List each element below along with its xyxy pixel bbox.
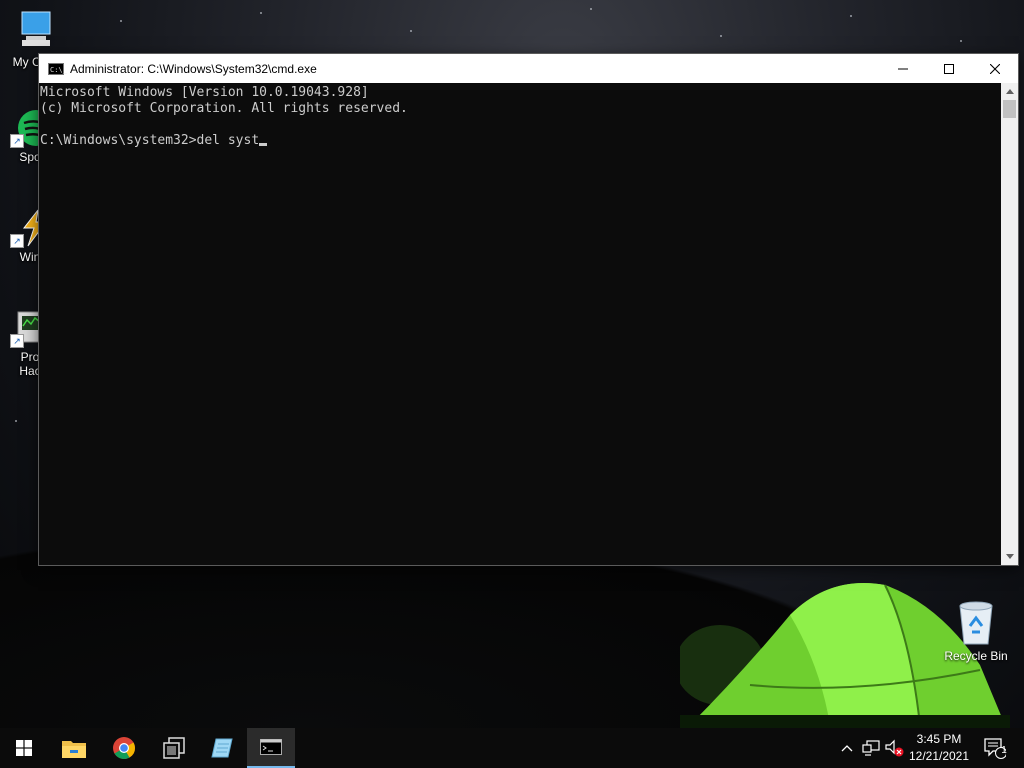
text-cursor [259,143,268,146]
chevron-up-icon [1005,89,1014,94]
console-line: (c) Microsoft Corporation. All rights re… [40,101,408,116]
taskbar-file-explorer[interactable] [50,728,98,768]
chrome-icon [113,737,135,759]
tray-network[interactable] [860,728,882,768]
taskbar: 3:45 PM 12/21/2021 1 [0,728,1024,768]
window-titlebar[interactable]: C:\_ Administrator: C:\Windows\System32\… [39,54,1018,83]
task-view-icon [163,737,185,759]
tray-show-hidden-icons[interactable] [838,728,856,768]
taskbar-cmd[interactable] [247,728,295,768]
clock-date: 12/21/2021 [908,749,970,763]
clock-time: 3:45 PM [916,732,962,746]
vertical-scrollbar[interactable] [1001,83,1018,565]
close-button[interactable] [972,54,1018,83]
shortcut-arrow-icon: ↗ [10,234,24,248]
taskbar-task-view[interactable] [150,728,198,768]
shortcut-arrow-icon: ↗ [10,134,24,148]
taskbar-chrome[interactable] [100,728,148,768]
cmd-app-icon: C:\_ [48,62,67,75]
file-explorer-icon [62,741,86,758]
taskbar-clock[interactable]: 3:45 PM 12/21/2021 [902,731,976,765]
recycle-bin-icon [959,601,993,645]
maximize-icon [944,63,954,74]
volume-muted-icon [885,739,904,757]
minimize-button[interactable] [880,54,926,83]
action-center-button[interactable]: 1 [980,728,1010,768]
start-icon [16,740,32,756]
notepad-icon [211,738,233,758]
scrollbar-thumb[interactable] [1003,100,1016,118]
minimize-icon [898,68,908,69]
close-icon [990,63,1000,74]
scroll-up-button[interactable] [1001,83,1018,100]
window-title: Administrator: C:\Windows\System32\cmd.e… [70,61,317,76]
shortcut-arrow-icon: ↗ [10,334,24,348]
cmd-icon [260,739,282,755]
scroll-down-button[interactable] [1001,548,1018,565]
taskbar-notepad[interactable] [198,728,246,768]
chevron-down-icon [1005,554,1014,559]
notification-count-badge: 1 [1001,745,1007,756]
maximize-button[interactable] [926,54,972,83]
desktop-icon-recycle-bin[interactable]: Recycle Bin [943,600,1009,663]
console-line: Microsoft Windows [Version 10.0.19043.92… [40,85,369,100]
chevron-up-icon [841,745,853,752]
recycle-bin-label: Recycle Bin [944,649,1008,663]
console-output[interactable]: Microsoft Windows [Version 10.0.19043.92… [39,83,1001,565]
start-button[interactable] [0,728,48,768]
computer-icon [21,11,51,46]
cmd-window[interactable]: C:\_ Administrator: C:\Windows\System32\… [38,53,1019,566]
console-prompt-text: C:\Windows\system32>del syst [40,133,260,148]
console-prompt-line: C:\Windows\system32>del syst [40,133,1001,149]
network-icon [862,740,880,756]
